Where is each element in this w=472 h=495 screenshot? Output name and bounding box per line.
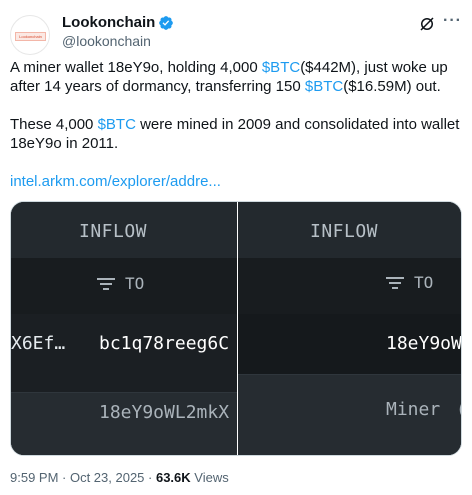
from-address: X6Ef… (11, 333, 66, 354)
author-name[interactable]: Lookonchain (62, 14, 155, 31)
tweet-text: A miner wallet 18eY9o, holding 4,000 $BT… (10, 58, 460, 191)
tweet-meta: 9:59 PM · Oct 23, 2025 · 63.6K Views (10, 470, 229, 485)
to-column-header: TO (97, 274, 144, 293)
author-row: Lookonchain (62, 14, 174, 31)
more-icon[interactable]: ··· (443, 12, 462, 30)
tweet-paragraph-2: These 4,000 $BTC were mined in 2009 and … (10, 116, 460, 152)
to-entity: Miner (386, 399, 441, 420)
avatar[interactable]: Lookonchain (10, 15, 50, 55)
media-image-right[interactable]: INFLOW TO 18eY9oW Miner ( (238, 202, 462, 455)
tweet-header: Lookonchain Lookonchain @lookonchain ··· (10, 12, 462, 55)
to-entity-extra: ( (456, 399, 461, 420)
to-address: bc1q78reeg6C (99, 333, 230, 354)
to-address: 18eY9oWL2mkX (99, 402, 230, 423)
views-label: Views (190, 470, 229, 485)
filter-icon (386, 276, 404, 289)
tweet-timestamp[interactable]: 9:59 PM · Oct 23, 2025 · (10, 470, 156, 485)
to-address: 18eY9oW (386, 333, 462, 354)
cashtag-btc[interactable]: $BTC (98, 116, 136, 133)
tweet-link-paragraph: intel.arkm.com/explorer/addre... (10, 172, 460, 191)
tweet-paragraph-1: A miner wallet 18eY9o, holding 4,000 $BT… (10, 59, 448, 95)
grok-icon[interactable] (418, 15, 436, 33)
inflow-header: INFLOW (79, 221, 148, 242)
verified-badge-icon (159, 15, 174, 30)
tweet-link[interactable]: intel.arkm.com/explorer/addre... (10, 173, 221, 190)
tweet-media[interactable]: INFLOW TO X6Ef… bc1q78reeg6C 18eY9oWL2mk… (10, 201, 462, 456)
author-handle[interactable]: @lookonchain (62, 33, 151, 49)
inflow-header: INFLOW (310, 221, 379, 242)
cashtag-btc[interactable]: $BTC (305, 78, 343, 95)
views-count: 63.6K (155, 470, 191, 485)
to-column-header: TO (386, 273, 433, 292)
avatar-logo: Lookonchain (15, 32, 46, 41)
filter-icon (97, 277, 115, 290)
media-image-left[interactable]: INFLOW TO X6Ef… bc1q78reeg6C 18eY9oWL2mk… (11, 202, 237, 455)
cashtag-btc[interactable]: $BTC (262, 59, 300, 76)
